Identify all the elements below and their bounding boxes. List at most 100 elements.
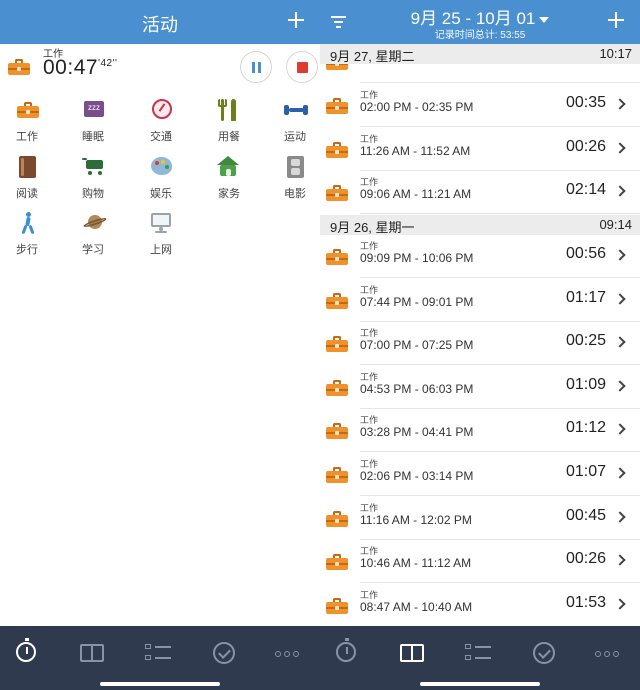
chevron-right-icon: [614, 292, 626, 305]
tab-timer[interactable]: [328, 638, 364, 668]
list-icon: [465, 643, 491, 663]
record-duration: 01:07: [565, 463, 606, 480]
category-label: 步行: [16, 244, 38, 256]
list-item[interactable]: 工作 04:53 PM - 06:03 PM 01:09: [320, 365, 640, 409]
toolbox-icon: [16, 99, 40, 121]
sleep-icon: zzz: [82, 99, 106, 121]
film-icon: [284, 156, 308, 178]
tab-log[interactable]: [394, 638, 430, 668]
tab-log[interactable]: [74, 638, 110, 668]
category-work[interactable]: 工作: [0, 99, 60, 145]
toolbox-icon: [326, 597, 348, 614]
tab-list[interactable]: [140, 638, 176, 668]
category-label: 阅读: [16, 188, 38, 200]
chevron-right-icon: [614, 98, 626, 110]
record-time-range: 02:00 PM - 02:35 PM: [360, 100, 474, 114]
toolbox-icon: [326, 141, 348, 158]
tab-timer[interactable]: [8, 638, 44, 668]
activities-header: 活动: [0, 0, 320, 44]
category-movie[interactable]: 电影: [268, 156, 320, 202]
list-item[interactable]: 工作 11:16 AM - 12:02 PM 00:45: [320, 496, 640, 540]
check-icon: [213, 642, 235, 664]
chevron-right-icon: [614, 467, 626, 479]
category-shopping[interactable]: 购物: [66, 156, 126, 202]
tab-more[interactable]: [272, 638, 308, 668]
list-item[interactable]: 工作 02:06 PM - 03:14 PM 01:07: [320, 452, 640, 496]
category-reading[interactable]: 阅读: [0, 156, 60, 202]
more-icon: [595, 651, 625, 657]
record-duration: 01:12: [565, 419, 606, 437]
record-duration: 00:25: [565, 332, 606, 350]
log-header: 9月 25 - 10月 01 记录时间总计: 53:55: [320, 0, 640, 44]
compass-icon: [149, 99, 173, 121]
list-item[interactable]: 工作 07:44 PM - 09:01 PM 01:17: [320, 278, 640, 322]
add-record-button[interactable]: [602, 6, 630, 34]
category-label: 娱乐: [150, 188, 172, 200]
category-dining[interactable]: 用餐: [200, 99, 260, 145]
day-section-header: 9月 27, 星期二 10:17: [320, 44, 640, 64]
toolbox-icon: [326, 554, 348, 571]
category-label: 购物: [82, 188, 104, 200]
category-internet[interactable]: 上网: [133, 212, 193, 258]
record-duration: 01:09: [565, 375, 606, 393]
walker-icon: [16, 212, 40, 235]
tab-goals[interactable]: [206, 638, 242, 668]
category-sports[interactable]: 运动: [268, 99, 320, 145]
section-day: 9月 27, 星期二: [330, 49, 415, 64]
list-icon: [145, 643, 171, 663]
list-item[interactable]: 工作 09:09 PM - 10:06 PM 00:56: [320, 234, 640, 278]
record-time-range: 09:09 PM - 10:06 PM: [360, 251, 474, 265]
category-sleep[interactable]: zzz 睡眠: [66, 99, 126, 145]
list-item[interactable]: 工作 07:00 PM - 07:25 PM 00:25: [320, 321, 640, 366]
toolbox-icon: [326, 379, 348, 396]
house-icon: [216, 156, 240, 178]
toolbox-icon: [326, 423, 348, 440]
chevron-right-icon: [614, 510, 626, 523]
category-label: 学习: [82, 244, 104, 256]
category-study[interactable]: 学习: [66, 212, 126, 258]
list-item[interactable]: 工作 08:47 AM - 10:40 AM 01:53: [320, 583, 640, 627]
list-item[interactable]: 工作 02:00 PM - 02:35 PM 00:35: [320, 83, 640, 127]
record-time-range: 08:47 AM - 10:40 AM: [360, 599, 473, 614]
stopwatch-icon: [336, 638, 356, 662]
record-time-range: 11:26 AM - 11:52 AM: [360, 143, 471, 158]
list-item[interactable]: 工作 03:28 PM - 04:41 PM 01:12: [320, 408, 640, 453]
chevron-right-icon: [614, 249, 626, 261]
tab-bar: [0, 626, 320, 690]
chevron-right-icon: [614, 554, 626, 566]
list-item[interactable]: 工作 09:06 AM - 11:21 AM 02:14: [320, 170, 640, 215]
total-recorded-time: 记录时间总计: 53:55: [434, 30, 526, 41]
tab-bar: [320, 626, 640, 690]
record-time-range: 11:16 AM - 12:02 PM: [360, 512, 472, 527]
category-transit[interactable]: 交通: [133, 99, 193, 145]
toolbox-icon: [326, 185, 348, 202]
add-activity-button[interactable]: [282, 6, 310, 34]
caret-down-icon: [539, 16, 550, 23]
list-item[interactable]: 工作 11:26 AM - 11:52 AM 00:26: [320, 127, 640, 171]
toolbox-icon: [326, 336, 348, 353]
tab-more[interactable]: [592, 638, 628, 668]
pause-button[interactable]: [240, 51, 272, 83]
record-duration: 00:56: [565, 245, 606, 262]
record-duration: 00:45: [565, 506, 606, 524]
stop-button[interactable]: [286, 51, 318, 83]
chevron-right-icon: [614, 141, 626, 154]
category-label: 电影: [284, 188, 306, 200]
palette-icon: [149, 156, 173, 178]
record-duration: 02:14: [565, 181, 606, 199]
record-time-range: 03:28 PM - 04:41 PM: [360, 425, 474, 440]
category-label: 工作: [16, 131, 38, 143]
list-item[interactable]: 工作 10:46 AM - 11:12 AM 00:26: [320, 539, 640, 584]
category-entertainment[interactable]: 娱乐: [133, 156, 193, 202]
record-duration: 01:53: [565, 593, 606, 611]
day-section-header: 9月 26, 星期一 09:14: [320, 215, 640, 235]
record-time-range: 10:46 AM - 11:12 AM: [360, 556, 472, 571]
section-duration: 09:14: [599, 217, 632, 232]
category-housework[interactable]: 家务: [200, 156, 260, 202]
category-walking[interactable]: 步行: [0, 212, 60, 258]
toolbox-icon: [8, 59, 30, 75]
section-duration: 10:17: [599, 46, 632, 61]
fork-knife-icon: [216, 99, 240, 121]
tab-goals[interactable]: [526, 638, 562, 668]
tab-list[interactable]: [460, 638, 496, 668]
